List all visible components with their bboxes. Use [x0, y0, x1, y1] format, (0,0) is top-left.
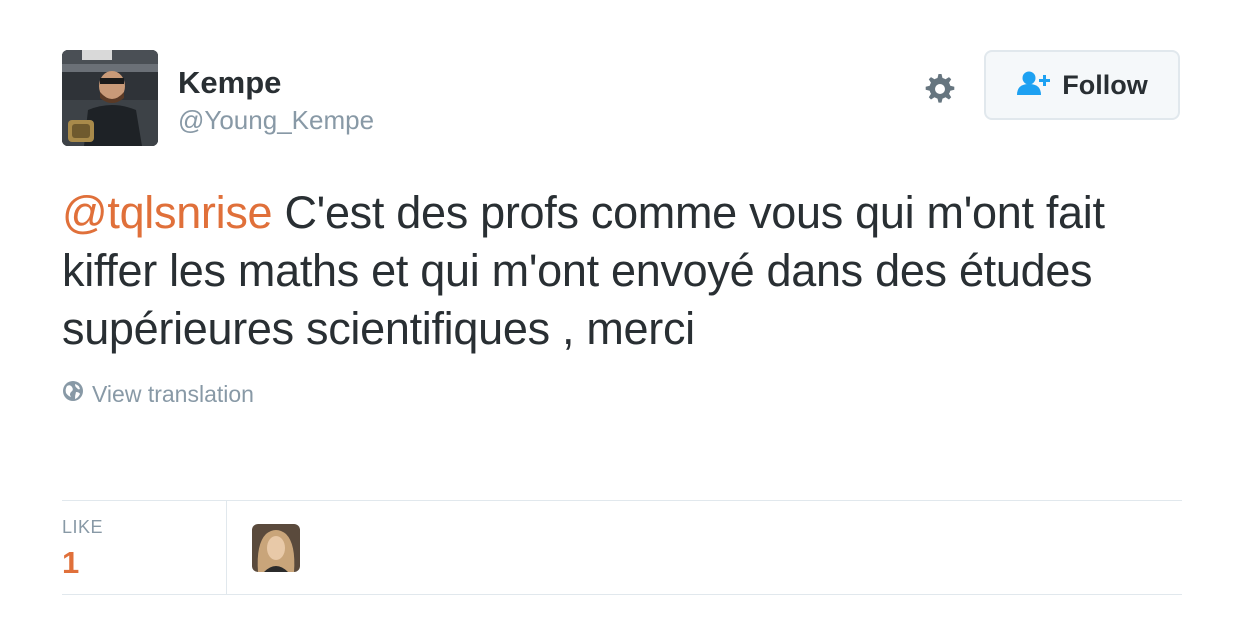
stats-divider-bottom [62, 594, 1182, 595]
view-translation-label: View translation [92, 380, 254, 407]
user-avatar[interactable] [62, 50, 158, 146]
tweet-stats: LIKE 1 [62, 501, 1182, 594]
like-count: 1 [62, 545, 80, 580]
tweet: Kempe @Young_Kempe Follow @tqlsnrise C'e… [62, 50, 1182, 408]
mention-link[interactable]: @tqlsnrise [62, 187, 273, 238]
add-user-icon [1016, 70, 1052, 101]
tweet-text: @tqlsnrise C'est des profs comme vous qu… [62, 184, 1172, 358]
follow-button[interactable]: Follow [984, 50, 1180, 120]
display-name[interactable]: Kempe [178, 64, 374, 102]
liker-avatar[interactable] [252, 524, 300, 572]
gear-icon[interactable] [922, 70, 958, 106]
globe-icon [62, 380, 84, 408]
view-translation-link[interactable]: View translation [62, 380, 254, 408]
follow-label: Follow [1062, 69, 1148, 100]
screen-name[interactable]: @Young_Kempe [178, 104, 374, 136]
like-label: LIKE [62, 517, 104, 537]
user-names: Kempe @Young_Kempe [178, 64, 374, 136]
like-stat[interactable]: LIKE 1 [62, 501, 227, 594]
tweet-header: Kempe @Young_Kempe Follow [62, 50, 1182, 146]
